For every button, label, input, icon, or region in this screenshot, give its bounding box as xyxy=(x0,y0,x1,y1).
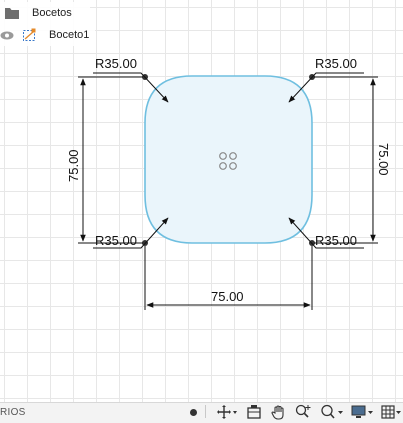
sketch-canvas[interactable]: R35.00 R35.00 R35.00 R35.00 75.00 75.00 … xyxy=(0,0,403,402)
record-dot-icon[interactable] xyxy=(189,404,198,420)
browser-folder-bocetos[interactable]: Bocetos xyxy=(0,2,90,24)
pan-hand-icon[interactable] xyxy=(271,404,287,420)
sketch-icon xyxy=(23,28,36,41)
browser-item-label: Boceto1 xyxy=(49,29,90,41)
radius-label-bl[interactable]: R35.00 xyxy=(95,233,137,248)
browser-item-boceto1[interactable]: Boceto1 xyxy=(0,24,95,46)
radius-label-tl[interactable]: R35.00 xyxy=(95,56,137,71)
zoom-icon[interactable] xyxy=(320,404,344,420)
orbit-icon[interactable] xyxy=(216,404,238,420)
dim-right-value[interactable]: 75.00 xyxy=(376,143,391,176)
grid-icon[interactable] xyxy=(381,404,403,420)
sketch-profile[interactable] xyxy=(144,75,313,244)
status-label: RIOS xyxy=(0,407,26,418)
radius-label-br[interactable]: R35.00 xyxy=(315,233,357,248)
look-at-icon[interactable] xyxy=(246,404,262,420)
dim-bottom-value[interactable]: 75.00 xyxy=(211,289,244,304)
display-settings-icon[interactable] xyxy=(351,404,375,420)
folder-icon xyxy=(5,8,19,19)
dim-left-value[interactable]: 75.00 xyxy=(66,149,81,182)
browser-folder-label: Bocetos xyxy=(32,7,72,19)
eye-icon[interactable] xyxy=(0,31,14,40)
radius-label-tr[interactable]: R35.00 xyxy=(315,56,357,71)
zoom-window-icon[interactable] xyxy=(295,404,313,420)
